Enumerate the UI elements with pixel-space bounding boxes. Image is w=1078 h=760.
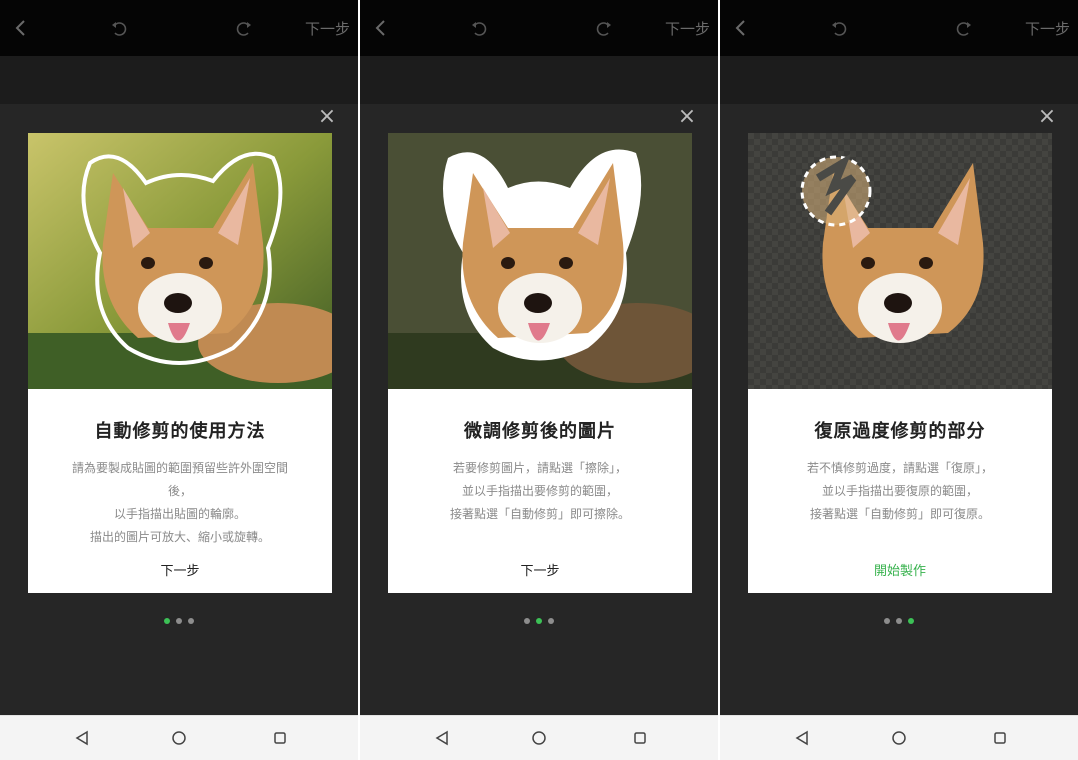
tutorial-card: 微調修剪後的圖片 若要修剪圖片，請點選「擦除」， 並以手指描出要修剪的範圍， 接…	[388, 389, 692, 593]
card-body: 請為要製成貼圖的範圍預留些許外圍空間 後， 以手指描出貼圖的輪廓。 描出的圖片可…	[28, 457, 332, 549]
dim-background	[0, 56, 358, 104]
card-line: 並以手指描出要修剪的範圍，	[461, 484, 618, 498]
card-line: 請為要製成貼圖的範圍預留些許外圍空間	[71, 461, 288, 475]
back-icon[interactable]	[6, 8, 34, 48]
redo-icon[interactable]	[950, 8, 978, 48]
card-line: 並以手指描出要復原的範圍，	[821, 484, 978, 498]
page-dot-active	[908, 618, 914, 624]
card-title: 自動修剪的使用方法	[94, 421, 266, 442]
undo-icon[interactable]	[105, 8, 133, 48]
undo-icon[interactable]	[465, 8, 493, 48]
dim-background	[360, 56, 718, 104]
card-line: 若不慎修剪過度，請點選「復原」，	[806, 461, 993, 475]
page-indicator	[720, 609, 1078, 628]
close-icon[interactable]: ×	[316, 106, 338, 128]
next-button[interactable]: 下一步	[1025, 8, 1070, 48]
page-indicator	[0, 609, 358, 628]
page-dot	[884, 618, 890, 624]
nav-recent-icon[interactable]	[628, 726, 652, 750]
nav-home-icon[interactable]	[527, 726, 551, 750]
card-line: 接著點選「自動修剪」即可復原。	[809, 507, 990, 521]
card-line: 後，	[167, 484, 192, 498]
next-button[interactable]: 下一步	[305, 8, 350, 48]
next-button[interactable]: 下一步	[665, 8, 710, 48]
android-nav-bar	[0, 715, 358, 760]
card-title: 微調修剪後的圖片	[464, 421, 616, 442]
page-dot	[176, 618, 182, 624]
top-toolbar: 下一步	[360, 0, 718, 56]
back-icon[interactable]	[726, 8, 754, 48]
top-toolbar: 下一步	[720, 0, 1078, 56]
back-icon[interactable]	[366, 8, 394, 48]
card-line: 描出的圖片可放大、縮小或旋轉。	[89, 530, 270, 544]
nav-recent-icon[interactable]	[268, 726, 292, 750]
corgi-photo	[388, 133, 692, 389]
card-line: 以手指描出貼圖的輪廓。	[113, 507, 246, 521]
nav-back-icon[interactable]	[70, 726, 94, 750]
nav-recent-icon[interactable]	[988, 726, 1012, 750]
nav-back-icon[interactable]	[790, 726, 814, 750]
redo-icon[interactable]	[590, 8, 618, 48]
corgi-photo	[748, 133, 1052, 389]
card-title: 復原過度修剪的部分	[814, 421, 986, 442]
page-dot	[896, 618, 902, 624]
corgi-photo	[28, 133, 332, 389]
card-action-button[interactable]: 下一步	[28, 560, 332, 579]
android-nav-bar	[720, 715, 1078, 760]
nav-back-icon[interactable]	[430, 726, 454, 750]
card-body: 若不慎修剪過度，請點選「復原」， 並以手指描出要復原的範圍， 接著點選「自動修剪…	[748, 457, 1052, 526]
redo-icon[interactable]	[230, 8, 258, 48]
dim-background	[720, 56, 1078, 104]
card-action-button[interactable]: 下一步	[388, 560, 692, 579]
tutorial-card: 自動修剪的使用方法 請為要製成貼圖的範圍預留些許外圍空間 後， 以手指描出貼圖的…	[28, 389, 332, 593]
page-dot	[524, 618, 530, 624]
page-indicator	[360, 609, 718, 628]
screen-3: 下一步 × 復原過度修剪的部分 若不慎修剪過度，請點選「復原」， 並以手指描出要…	[720, 0, 1078, 760]
card-line: 若要修剪圖片，請點選「擦除」，	[452, 461, 627, 475]
nav-home-icon[interactable]	[167, 726, 191, 750]
page-dot-active	[164, 618, 170, 624]
undo-icon[interactable]	[825, 8, 853, 48]
screen-2: 下一步 × 微調修剪後的圖片 若要修剪圖片，請點選「擦除」， 並以手指描出要修剪…	[360, 0, 718, 760]
card-line: 接著點選「自動修剪」即可擦除。	[449, 507, 630, 521]
top-toolbar: 下一步	[0, 0, 358, 56]
nav-home-icon[interactable]	[887, 726, 911, 750]
page-dot	[548, 618, 554, 624]
tutorial-card: 復原過度修剪的部分 若不慎修剪過度，請點選「復原」， 並以手指描出要復原的範圍，…	[748, 389, 1052, 593]
close-icon[interactable]: ×	[676, 106, 698, 128]
page-dot	[188, 618, 194, 624]
android-nav-bar	[360, 715, 718, 760]
page-dot-active	[536, 618, 542, 624]
close-icon[interactable]: ×	[1036, 106, 1058, 128]
screen-1: 下一步 × 自動修剪的使用方法 請為要製成貼圖的範圍預留些許外圍空間 後， 以手…	[0, 0, 358, 760]
card-body: 若要修剪圖片，請點選「擦除」， 並以手指描出要修剪的範圍， 接著點選「自動修剪」…	[388, 457, 692, 526]
start-button[interactable]: 開始製作	[748, 560, 1052, 579]
